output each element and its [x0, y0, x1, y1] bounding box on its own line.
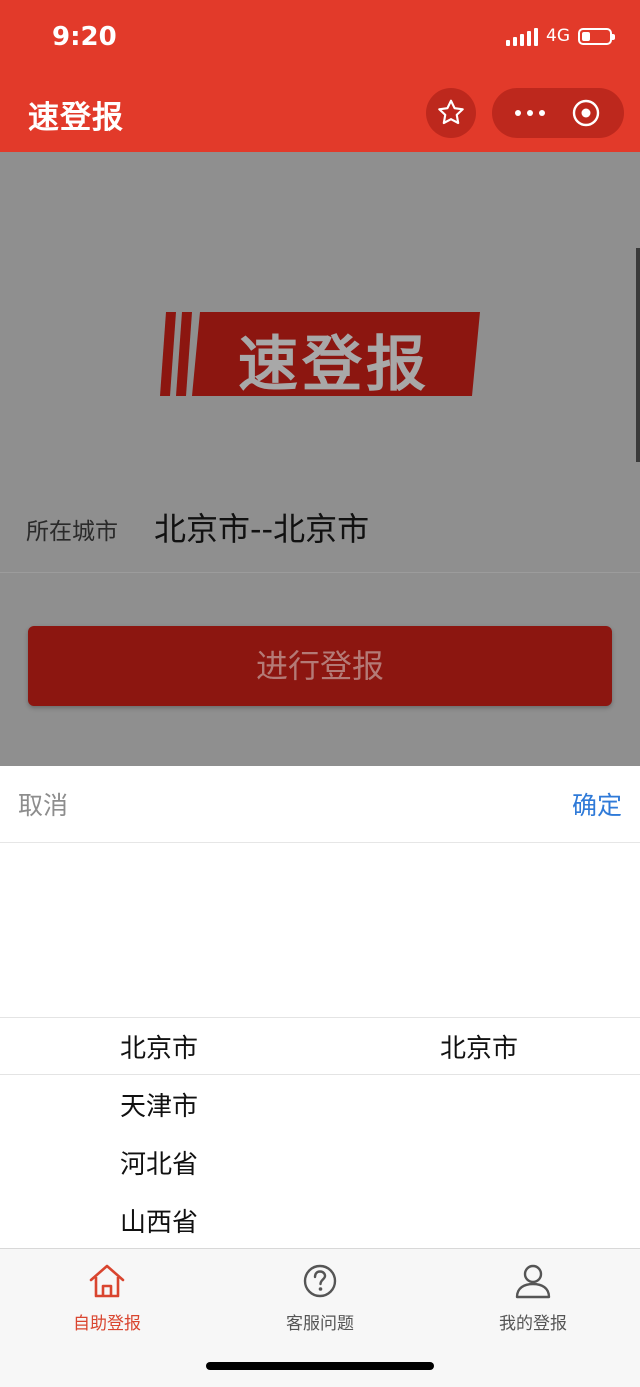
status-time: 9:20 — [52, 22, 117, 52]
province-option[interactable]: 北京市 — [120, 1028, 198, 1065]
city-value[interactable]: 北京市--北京市 — [154, 504, 369, 550]
confirm-button[interactable]: 确定 — [572, 786, 622, 822]
scrollbar[interactable] — [636, 248, 640, 462]
nav-title: 速登报 — [28, 100, 124, 136]
picker-toolbar: 取消 确定 — [0, 766, 640, 843]
logo-text: 速登报 — [238, 330, 430, 400]
tab-label: 自助登报 — [73, 1314, 141, 1334]
user-icon — [515, 1264, 551, 1299]
tab-my-registrations[interactable]: 我的登报 — [433, 1261, 633, 1334]
cancel-button[interactable]: 取消 — [18, 786, 68, 822]
tab-label: 客服问题 — [286, 1314, 354, 1334]
status-bar: 9:20 4G — [0, 0, 640, 76]
home-indicator[interactable] — [206, 1362, 434, 1370]
favorite-button[interactable] — [426, 88, 476, 138]
picker-selection-line — [0, 1017, 640, 1018]
miniprogram-capsule — [492, 88, 624, 138]
tab-support[interactable]: 客服问题 — [220, 1261, 420, 1334]
city-select-row[interactable]: 所在城市 北京市--北京市 — [0, 488, 640, 573]
tab-label: 我的登报 — [499, 1314, 567, 1334]
city-label: 所在城市 — [26, 519, 118, 545]
close-button[interactable] — [572, 99, 600, 127]
province-option[interactable]: 天津市 — [120, 1086, 198, 1123]
home-icon — [89, 1264, 125, 1298]
city-picker: 取消 确定 北京市 天津市 河北省 山西省 北京市 — [0, 766, 640, 1248]
nav-bar: 速登报 — [0, 76, 640, 152]
signal-icon — [506, 26, 538, 46]
network-type: 4G — [546, 26, 570, 46]
help-icon — [303, 1264, 337, 1298]
more-button[interactable] — [510, 99, 550, 127]
picker-selection-line — [0, 1074, 640, 1075]
star-icon — [438, 99, 464, 125]
submit-button[interactable]: 进行登报 — [28, 626, 612, 706]
province-option[interactable]: 山西省 — [120, 1202, 198, 1239]
status-indicators: 4G — [506, 26, 615, 46]
more-dots-icon — [515, 110, 521, 116]
province-option[interactable]: 河北省 — [120, 1144, 198, 1181]
city-option[interactable]: 北京市 — [440, 1028, 518, 1065]
battery-icon — [578, 27, 615, 45]
tab-self-service[interactable]: 自助登报 — [7, 1261, 207, 1334]
